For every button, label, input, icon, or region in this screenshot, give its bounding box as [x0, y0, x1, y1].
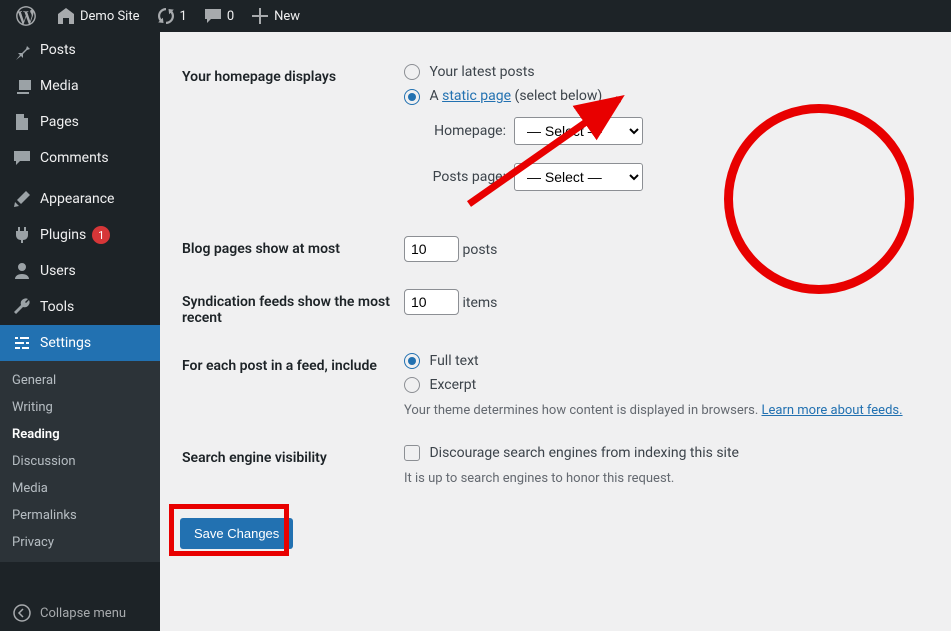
feed-content-label: For each post in a feed, include — [182, 343, 402, 434]
menu-posts[interactable]: Posts — [0, 32, 160, 68]
pin-icon — [12, 40, 32, 60]
feed-desc-text: Your theme determines how content is dis… — [404, 403, 762, 418]
submenu-discussion[interactable]: Discussion — [0, 448, 160, 475]
homepage-static-option[interactable]: A static page (select below) — [404, 88, 929, 104]
admin-sidebar: Posts Media Pages Comments Appearance Pl… — [0, 32, 160, 631]
homepage-static-prefix: A — [429, 88, 442, 104]
submenu-reading[interactable]: Reading — [0, 421, 160, 448]
collapse-icon — [12, 603, 32, 623]
search-visibility-label: Search engine visibility — [182, 435, 402, 501]
postspage-select-label: Posts page: — [426, 169, 506, 185]
homepage-latest-option[interactable]: Your latest posts — [404, 64, 929, 80]
menu-pages[interactable]: Pages — [0, 104, 160, 140]
menu-settings[interactable]: Settings — [0, 325, 160, 361]
submenu-permalinks[interactable]: Permalinks — [0, 502, 160, 529]
menu-label: Users — [40, 263, 76, 279]
collapse-label: Collapse menu — [40, 606, 126, 621]
admin-bar: Demo Site 1 0 New — [0, 0, 951, 32]
feed-full-radio[interactable] — [404, 353, 420, 369]
menu-media[interactable]: Media — [0, 68, 160, 104]
comment-icon — [12, 148, 32, 168]
menu-plugins[interactable]: Plugins 1 — [0, 217, 160, 253]
menu-comments[interactable]: Comments — [0, 140, 160, 176]
submenu-media[interactable]: Media — [0, 475, 160, 502]
blog-pages-label: Blog pages show at most — [182, 226, 402, 277]
feed-learn-more-link[interactable]: Learn more about feeds. — [762, 403, 903, 418]
media-icon — [12, 76, 32, 96]
feed-excerpt-option[interactable]: Excerpt — [404, 377, 929, 393]
menu-label: Media — [40, 78, 79, 94]
menu-tools[interactable]: Tools — [0, 289, 160, 325]
syndication-label: Syndication feeds show the most recent — [182, 279, 402, 341]
submenu-writing[interactable]: Writing — [0, 394, 160, 421]
feed-excerpt-radio[interactable] — [404, 377, 420, 393]
submenu-privacy[interactable]: Privacy — [0, 529, 160, 556]
submenu-general[interactable]: General — [0, 367, 160, 394]
homepage-select[interactable]: — Select — — [514, 117, 643, 145]
home-icon — [56, 6, 76, 26]
feed-excerpt-text: Excerpt — [429, 377, 476, 393]
search-checkbox-text: Discourage search engines from indexing … — [429, 445, 738, 461]
homepage-latest-text: Your latest posts — [429, 64, 534, 80]
page-icon — [12, 112, 32, 132]
menu-appearance[interactable]: Appearance — [0, 181, 160, 217]
postspage-select[interactable]: — Select — — [514, 163, 643, 191]
homepage-latest-radio[interactable] — [404, 64, 420, 80]
syndication-suffix: items — [462, 295, 497, 311]
feed-full-option[interactable]: Full text — [404, 353, 929, 369]
search-discourage-option[interactable]: Discourage search engines from indexing … — [404, 445, 929, 461]
menu-label: Settings — [40, 335, 91, 351]
comment-icon — [203, 6, 223, 26]
menu-label: Pages — [40, 114, 79, 130]
homepage-select-label: Homepage: — [426, 123, 506, 139]
settings-reading-content: Your homepage displays Your latest posts… — [160, 32, 951, 631]
blog-pages-input[interactable] — [404, 236, 459, 262]
updates-button[interactable]: 1 — [148, 0, 195, 32]
plus-icon — [250, 6, 270, 26]
menu-label: Tools — [40, 299, 74, 315]
sliders-icon — [12, 333, 32, 353]
wp-logo-button[interactable] — [8, 0, 48, 32]
brush-icon — [12, 189, 32, 209]
plugins-update-badge: 1 — [92, 226, 110, 244]
syndication-input[interactable] — [404, 289, 459, 315]
site-title-label: Demo Site — [80, 9, 140, 24]
updates-count-label: 1 — [180, 9, 187, 24]
homepage-static-radio[interactable] — [404, 89, 420, 105]
homepage-static-suffix: (select below) — [511, 88, 602, 104]
comments-count-label: 0 — [227, 9, 234, 24]
menu-users[interactable]: Users — [0, 253, 160, 289]
search-desc-text: It is up to search engines to honor this… — [404, 471, 929, 486]
menu-label: Posts — [40, 42, 76, 58]
menu-label: Appearance — [40, 191, 114, 207]
update-icon — [156, 6, 176, 26]
new-content-button[interactable]: New — [242, 0, 308, 32]
homepage-displays-label: Your homepage displays — [182, 54, 402, 224]
menu-label: Comments — [40, 150, 109, 166]
feed-full-text: Full text — [429, 353, 478, 369]
save-changes-button[interactable]: Save Changes — [180, 518, 293, 549]
new-label: New — [274, 9, 300, 24]
comments-button[interactable]: 0 — [195, 0, 242, 32]
blog-pages-suffix: posts — [462, 242, 497, 258]
site-name-button[interactable]: Demo Site — [48, 0, 148, 32]
wrench-icon — [12, 297, 32, 317]
settings-submenu: General Writing Reading Discussion Media… — [0, 361, 160, 562]
search-discourage-checkbox[interactable] — [404, 445, 420, 461]
menu-label: Plugins — [40, 227, 86, 243]
static-page-link[interactable]: static page — [442, 88, 511, 104]
plugin-icon — [12, 225, 32, 245]
wordpress-icon — [16, 6, 36, 26]
user-icon — [12, 261, 32, 281]
collapse-menu-button[interactable]: Collapse menu — [0, 594, 160, 631]
